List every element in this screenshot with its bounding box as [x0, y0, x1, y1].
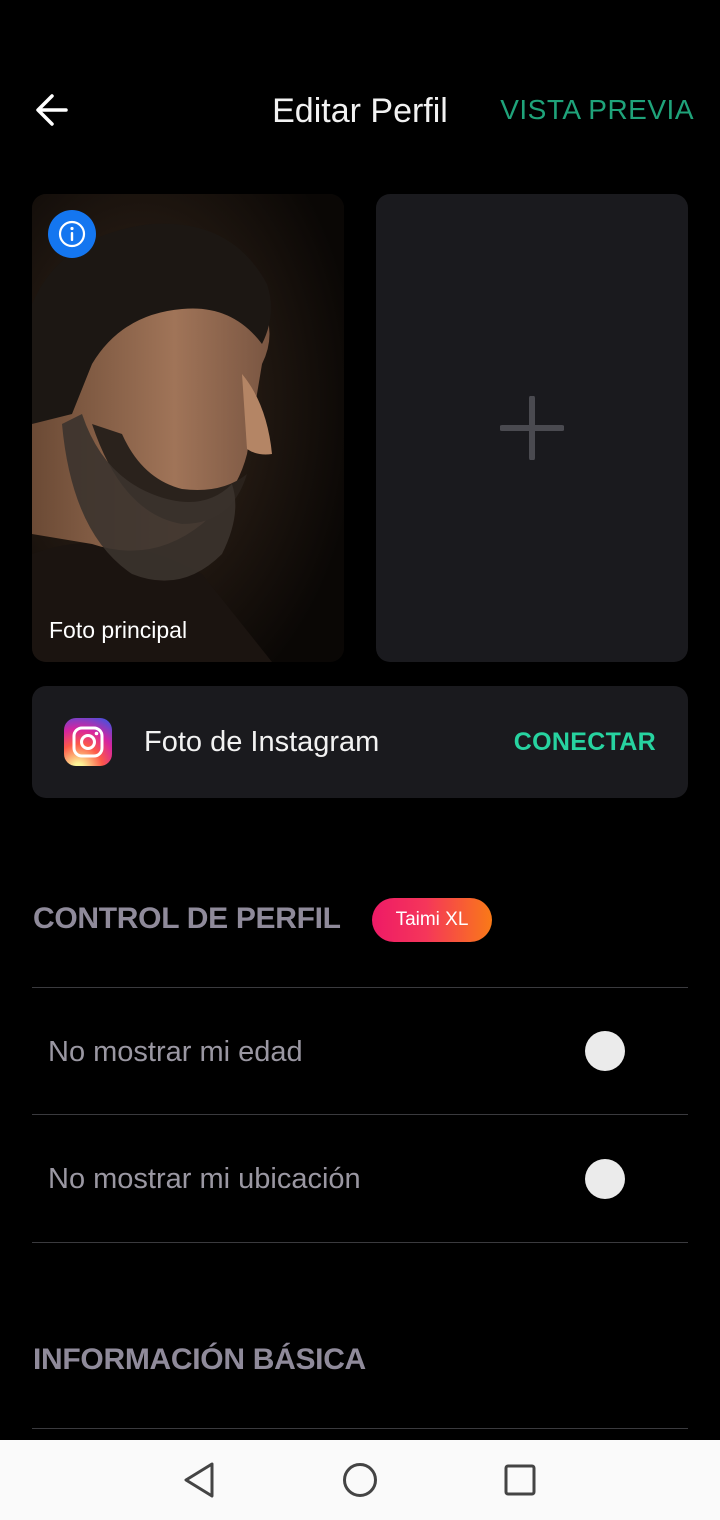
main-photo-card[interactable]: Foto principal — [32, 194, 344, 662]
nav-home-button[interactable] — [340, 1460, 380, 1500]
divider — [32, 1114, 688, 1115]
divider — [32, 987, 688, 988]
square-recents-icon — [504, 1464, 536, 1496]
nav-recents-button[interactable] — [500, 1460, 540, 1500]
system-navigation-bar — [0, 1440, 720, 1520]
profile-photo — [32, 194, 344, 662]
divider — [32, 1242, 688, 1243]
instagram-label: Foto de Instagram — [144, 726, 380, 758]
profile-control-heading: CONTROL DE PERFIL — [33, 902, 341, 935]
main-photo-caption: Foto principal — [49, 617, 188, 643]
basic-info-heading: INFORMACIÓN BÁSICA — [33, 1343, 366, 1376]
nav-back-button[interactable] — [180, 1460, 220, 1500]
hide-age-label: No mostrar mi edad — [48, 1036, 303, 1068]
triangle-back-icon — [184, 1462, 214, 1498]
divider — [32, 1428, 688, 1429]
circle-home-icon — [343, 1463, 377, 1497]
hide-age-toggle[interactable] — [585, 1031, 625, 1071]
connect-button[interactable]: CONECTAR — [514, 728, 656, 757]
instagram-connect-row: Foto de Instagram CONECTAR — [32, 686, 688, 798]
arrow-left-icon — [36, 94, 68, 126]
hide-location-toggle[interactable] — [585, 1159, 625, 1199]
preview-button[interactable]: VISTA PREVIA — [500, 94, 694, 126]
add-photo-slot[interactable] — [376, 194, 688, 662]
premium-badge: Taimi XL — [372, 898, 492, 942]
instagram-icon — [64, 718, 112, 766]
back-button[interactable] — [32, 90, 80, 130]
top-app-bar: Editar Perfil VISTA PREVIA — [0, 72, 720, 152]
info-icon — [58, 220, 86, 248]
hide-location-label: No mostrar mi ubicación — [48, 1163, 361, 1195]
info-button[interactable] — [48, 210, 96, 258]
plus-icon — [500, 396, 564, 460]
